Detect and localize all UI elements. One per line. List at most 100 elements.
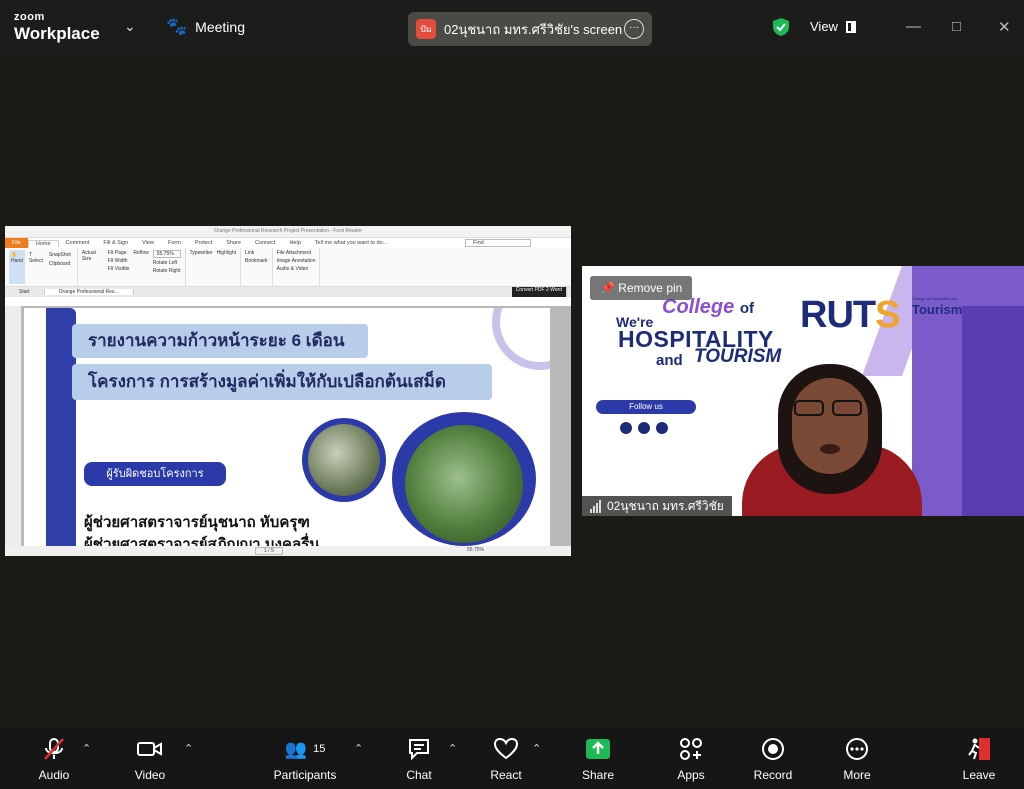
bg-decoration (962, 306, 1024, 516)
view-button[interactable]: View (810, 19, 856, 34)
link-tool[interactable]: Link (245, 250, 268, 256)
brand-line1: zoom (14, 11, 45, 23)
navigation-panel[interactable] (5, 306, 21, 548)
fit-width-tool[interactable]: Fit Width (108, 258, 130, 264)
menu-fill-sign[interactable]: Fill & Sign (96, 240, 135, 246)
participants-button[interactable]: 👥 15 Participants (270, 736, 340, 783)
minimize-icon[interactable]: — (906, 18, 921, 35)
video-options-caret[interactable]: ⌃ (184, 742, 193, 755)
meeting-toolbar: Audio ⌃ Video ⌃ 👥 15 Participants ⌃ Chat … (0, 728, 1024, 789)
menu-form[interactable]: Form (161, 240, 188, 246)
microphone-muted-icon (44, 738, 64, 760)
share-screen-icon (586, 739, 610, 759)
highlight-tool[interactable]: Highlight (217, 250, 236, 284)
paw-icon: 🐾 (166, 17, 188, 36)
bookmark-tool[interactable]: Bookmark (245, 258, 268, 264)
menu-file[interactable]: File (5, 238, 28, 248)
leave-icon (968, 738, 990, 760)
audio-button[interactable]: Audio (34, 736, 74, 782)
slide-page: รายงานความก้าวหน้าระยะ 6 เดือน โครงการ ก… (24, 308, 550, 548)
ribbon-comment: Typewriter Highlight (186, 248, 242, 286)
typewriter-tool[interactable]: Typewriter (190, 250, 213, 284)
leaf-image (392, 412, 536, 546)
participants-options-caret[interactable]: ⌃ (354, 742, 363, 755)
more-options-icon[interactable]: ··· (624, 19, 644, 39)
meeting-label: Meeting (195, 19, 245, 35)
ruts-logo: RUTS (800, 294, 900, 336)
menu-help[interactable]: Help (282, 240, 307, 246)
share-button[interactable]: Share (578, 736, 618, 782)
image-annotation-tool[interactable]: Image Annotation (277, 258, 316, 264)
fit-page-tool[interactable]: Fit Page (108, 250, 130, 256)
convert-pdf-button[interactable]: Convert PDF 2 Word (511, 287, 567, 297)
audio-video-tool[interactable]: Audio & Video (277, 266, 316, 272)
brand-line2: Workplace (14, 24, 100, 43)
bg-follow-us: Follow us (596, 400, 696, 414)
react-button[interactable]: React (487, 736, 525, 782)
reflow-tool[interactable]: Reflow (133, 250, 148, 284)
zoom-status: 55.75% (467, 547, 484, 553)
apps-icon (680, 738, 702, 760)
pdf-tab-bar: Start Orange Professional Res... Convert… (5, 287, 571, 297)
view-layout-icon (845, 20, 856, 33)
audio-options-caret[interactable]: ⌃ (82, 742, 91, 755)
fit-visible-tool[interactable]: Fit Visible (108, 266, 130, 272)
responsible-label: ผู้รับผิดชอบโครงการ (84, 462, 226, 486)
share-indicator[interactable]: ปัม 02นุชนาถ มทร.ศรีวิชัย's screen ··· (408, 12, 652, 46)
menu-view[interactable]: View (135, 240, 161, 246)
shared-screen[interactable]: Orange Professional Research Project Pre… (5, 226, 571, 556)
menu-comment[interactable]: Comment (59, 240, 97, 246)
close-icon[interactable]: ✕ (998, 18, 1011, 36)
rotate-right-tool[interactable]: Rotate Right (153, 268, 181, 274)
participant-person (732, 364, 932, 516)
security-shield-icon[interactable] (772, 17, 790, 37)
menu-share[interactable]: Share (219, 240, 248, 246)
actual-size-tool[interactable]: Actual Size (82, 250, 104, 284)
menu-protect[interactable]: Protect (188, 240, 219, 246)
slide-title-2: โครงการ การสร้างมูลค่าเพิ่มให้กับเปลือกต… (72, 364, 492, 400)
maximize-icon[interactable]: □ (952, 18, 961, 35)
document-area: รายงานความก้าวหน้าระยะ 6 เดือน โครงการ ก… (5, 306, 571, 548)
slide-title-1: รายงานความก้าวหน้าระยะ 6 เดือน (72, 324, 368, 358)
select-tool[interactable]: T Select (27, 250, 45, 284)
zoom-select[interactable]: 55.75% (152, 250, 181, 258)
chevron-down-icon[interactable]: ⌄ (124, 18, 136, 35)
more-button[interactable]: More (838, 736, 876, 782)
menu-connect[interactable]: Connect (248, 240, 283, 246)
menu-home[interactable]: Home (27, 239, 59, 247)
react-options-caret[interactable]: ⌃ (532, 742, 541, 755)
meeting-menu[interactable]: 🐾 Meeting (166, 17, 245, 37)
hand-tool[interactable]: ✋ Hand (9, 250, 25, 284)
ribbon-view: Actual Size Fit Page Fit Width Fit Visib… (78, 248, 186, 286)
remove-pin-button[interactable]: 📌 Remove pin (590, 276, 693, 300)
leave-button[interactable]: Leave (960, 736, 998, 782)
ribbon-tools: ✋ Hand T Select SnapShot Clipboard (5, 248, 78, 286)
pdf-menu-bar: File Home Comment Fill & Sign View Form … (5, 238, 571, 248)
participant-video[interactable]: We're College of HOSPITALITY and TOURISM… (582, 266, 1024, 516)
participant-name: 02นุชนาถ มทร.ศรีวิชัย (607, 499, 724, 513)
record-icon (762, 738, 784, 760)
rotate-left-tool[interactable]: Rotate Left (153, 260, 181, 266)
researcher-1: ผู้ช่วยศาสตราจารย์นุชนาถ หับครุฑ (84, 514, 310, 531)
title-bar: zoom Workplace ⌄ 🐾 Meeting ปัม 02นุชนาถ … (0, 0, 1024, 56)
video-button[interactable]: Video (130, 736, 170, 782)
tell-me[interactable]: Tell me what you want to do... (308, 240, 394, 246)
chat-icon (409, 739, 429, 760)
chat-options-caret[interactable]: ⌃ (448, 742, 457, 755)
record-button[interactable]: Record (750, 736, 796, 782)
tab-start[interactable]: Start (5, 289, 45, 295)
signal-icon (590, 499, 601, 513)
participants-icon: 👥 (284, 738, 308, 759)
clipboard-tool[interactable]: Clipboard (49, 261, 71, 267)
apps-button[interactable]: Apps (672, 736, 710, 782)
file-attachment-tool[interactable]: File Attachment (277, 250, 316, 256)
instagram-icon (620, 422, 632, 434)
chat-button[interactable]: Chat (400, 736, 438, 782)
tab-document[interactable]: Orange Professional Res... (44, 289, 134, 295)
facebook-icon (638, 422, 650, 434)
snapshot-tool[interactable]: SnapShot (49, 252, 71, 258)
logo-tourism: Tourism (912, 302, 963, 317)
ribbon-links: Link Bookmark (241, 248, 273, 286)
find-input[interactable]: Find (465, 239, 531, 247)
page-indicator[interactable]: 1 / 9 (255, 547, 283, 555)
